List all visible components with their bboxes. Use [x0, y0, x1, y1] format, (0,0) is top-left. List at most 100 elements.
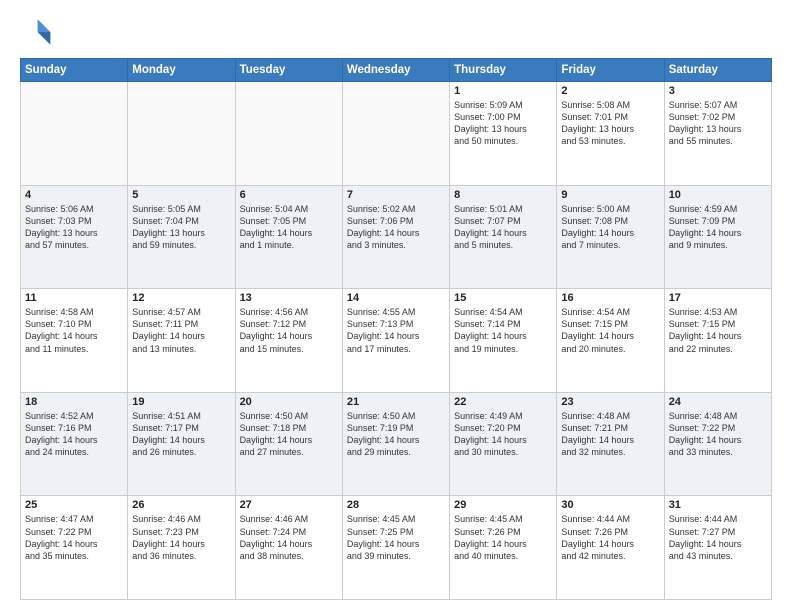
day-number: 28 — [347, 499, 445, 511]
day-number: 30 — [561, 499, 659, 511]
weekday-header-thursday: Thursday — [450, 59, 557, 82]
day-content: Sunrise: 5:08 AM Sunset: 7:01 PM Dayligh… — [561, 99, 659, 148]
day-number: 23 — [561, 396, 659, 408]
calendar-cell: 31 Sunrise: 4:44 AM Sunset: 7:27 PM Dayli… — [664, 496, 771, 600]
day-number: 5 — [132, 189, 230, 201]
day-content: Sunrise: 4:48 AM Sunset: 7:22 PM Dayligh… — [669, 410, 767, 459]
calendar-cell: 8 Sunrise: 5:01 AM Sunset: 7:07 PM Daylig… — [450, 185, 557, 289]
day-number: 11 — [25, 292, 123, 304]
calendar-cell: 30 Sunrise: 4:44 AM Sunset: 7:26 PM Dayli… — [557, 496, 664, 600]
day-number: 22 — [454, 396, 552, 408]
logo-icon — [20, 16, 52, 48]
day-number: 6 — [240, 189, 338, 201]
week-row-3: 11 Sunrise: 4:58 AM Sunset: 7:10 PM Dayli… — [21, 289, 772, 393]
page: SundayMondayTuesdayWednesdayThursdayFrid… — [0, 0, 792, 612]
day-number: 19 — [132, 396, 230, 408]
day-content: Sunrise: 4:44 AM Sunset: 7:26 PM Dayligh… — [561, 513, 659, 562]
day-number: 13 — [240, 292, 338, 304]
calendar-cell: 26 Sunrise: 4:46 AM Sunset: 7:23 PM Dayli… — [128, 496, 235, 600]
logo — [20, 16, 58, 48]
header — [20, 16, 772, 48]
day-number: 2 — [561, 85, 659, 97]
day-content: Sunrise: 4:45 AM Sunset: 7:25 PM Dayligh… — [347, 513, 445, 562]
day-content: Sunrise: 4:58 AM Sunset: 7:10 PM Dayligh… — [25, 306, 123, 355]
calendar-cell: 7 Sunrise: 5:02 AM Sunset: 7:06 PM Daylig… — [342, 185, 449, 289]
week-row-4: 18 Sunrise: 4:52 AM Sunset: 7:16 PM Dayli… — [21, 392, 772, 496]
calendar-cell: 12Sunrise: 4:57 AM Sunset: 7:11 PM Dayli… — [128, 289, 235, 393]
calendar-cell: 13 Sunrise: 4:56 AM Sunset: 7:12 PM Dayli… — [235, 289, 342, 393]
weekday-header-monday: Monday — [128, 59, 235, 82]
calendar-cell: 15Sunrise: 4:54 AM Sunset: 7:14 PM Dayli… — [450, 289, 557, 393]
day-number: 25 — [25, 499, 123, 511]
calendar-cell: 17 Sunrise: 4:53 AM Sunset: 7:15 PM Dayli… — [664, 289, 771, 393]
day-content: Sunrise: 4:54 AM Sunset: 7:15 PM Dayligh… — [561, 306, 659, 355]
weekday-header-sunday: Sunday — [21, 59, 128, 82]
day-number: 12 — [132, 292, 230, 304]
day-content: Sunrise: 4:45 AM Sunset: 7:26 PM Dayligh… — [454, 513, 552, 562]
day-content: Sunrise: 5:04 AM Sunset: 7:05 PM Dayligh… — [240, 203, 338, 252]
day-number: 10 — [669, 189, 767, 201]
day-content: Sunrise: 5:02 AM Sunset: 7:06 PM Dayligh… — [347, 203, 445, 252]
calendar-cell: 22Sunrise: 4:49 AM Sunset: 7:20 PM Dayli… — [450, 392, 557, 496]
weekday-header-saturday: Saturday — [664, 59, 771, 82]
calendar-cell: 19Sunrise: 4:51 AM Sunset: 7:17 PM Dayli… — [128, 392, 235, 496]
calendar-cell: 24 Sunrise: 4:48 AM Sunset: 7:22 PM Dayli… — [664, 392, 771, 496]
day-content: Sunrise: 5:00 AM Sunset: 7:08 PM Dayligh… — [561, 203, 659, 252]
day-number: 9 — [561, 189, 659, 201]
day-number: 31 — [669, 499, 767, 511]
calendar-cell: 1Sunrise: 5:09 AM Sunset: 7:00 PM Daylig… — [450, 82, 557, 186]
day-content: Sunrise: 5:01 AM Sunset: 7:07 PM Dayligh… — [454, 203, 552, 252]
calendar-cell: 11 Sunrise: 4:58 AM Sunset: 7:10 PM Dayli… — [21, 289, 128, 393]
day-number: 29 — [454, 499, 552, 511]
calendar-cell: 20Sunrise: 4:50 AM Sunset: 7:18 PM Dayli… — [235, 392, 342, 496]
week-row-2: 4 Sunrise: 5:06 AM Sunset: 7:03 PM Daylig… — [21, 185, 772, 289]
day-number: 17 — [669, 292, 767, 304]
day-content: Sunrise: 4:56 AM Sunset: 7:12 PM Dayligh… — [240, 306, 338, 355]
day-content: Sunrise: 5:06 AM Sunset: 7:03 PM Dayligh… — [25, 203, 123, 252]
day-content: Sunrise: 4:59 AM Sunset: 7:09 PM Dayligh… — [669, 203, 767, 252]
day-number: 7 — [347, 189, 445, 201]
calendar-cell: 10 Sunrise: 4:59 AM Sunset: 7:09 PM Dayli… — [664, 185, 771, 289]
day-content: Sunrise: 5:05 AM Sunset: 7:04 PM Dayligh… — [132, 203, 230, 252]
day-content: Sunrise: 4:46 AM Sunset: 7:23 PM Dayligh… — [132, 513, 230, 562]
calendar-cell: 2 Sunrise: 5:08 AM Sunset: 7:01 PM Daylig… — [557, 82, 664, 186]
calendar-cell: 18 Sunrise: 4:52 AM Sunset: 7:16 PM Dayli… — [21, 392, 128, 496]
day-content: Sunrise: 5:07 AM Sunset: 7:02 PM Dayligh… — [669, 99, 767, 148]
day-content: Sunrise: 4:54 AM Sunset: 7:14 PM Dayligh… — [454, 306, 552, 355]
day-content: Sunrise: 4:48 AM Sunset: 7:21 PM Dayligh… — [561, 410, 659, 459]
day-number: 24 — [669, 396, 767, 408]
day-content: Sunrise: 4:50 AM Sunset: 7:19 PM Dayligh… — [347, 410, 445, 459]
calendar-cell: 6 Sunrise: 5:04 AM Sunset: 7:05 PM Daylig… — [235, 185, 342, 289]
weekday-header-friday: Friday — [557, 59, 664, 82]
day-content: Sunrise: 4:55 AM Sunset: 7:13 PM Dayligh… — [347, 306, 445, 355]
calendar-cell: 29 Sunrise: 4:45 AM Sunset: 7:26 PM Dayli… — [450, 496, 557, 600]
calendar-cell — [21, 82, 128, 186]
day-content: Sunrise: 4:52 AM Sunset: 7:16 PM Dayligh… — [25, 410, 123, 459]
calendar-cell: 9 Sunrise: 5:00 AM Sunset: 7:08 PM Daylig… — [557, 185, 664, 289]
calendar-table: SundayMondayTuesdayWednesdayThursdayFrid… — [20, 58, 772, 600]
weekday-header-row: SundayMondayTuesdayWednesdayThursdayFrid… — [21, 59, 772, 82]
day-content: Sunrise: 4:47 AM Sunset: 7:22 PM Dayligh… — [25, 513, 123, 562]
calendar-cell: 16 Sunrise: 4:54 AM Sunset: 7:15 PM Dayli… — [557, 289, 664, 393]
day-number: 4 — [25, 189, 123, 201]
calendar-cell: 21 Sunrise: 4:50 AM Sunset: 7:19 PM Dayli… — [342, 392, 449, 496]
weekday-header-wednesday: Wednesday — [342, 59, 449, 82]
calendar-cell: 5 Sunrise: 5:05 AM Sunset: 7:04 PM Daylig… — [128, 185, 235, 289]
calendar-cell: 25 Sunrise: 4:47 AM Sunset: 7:22 PM Dayli… — [21, 496, 128, 600]
day-number: 8 — [454, 189, 552, 201]
calendar-cell: 23 Sunrise: 4:48 AM Sunset: 7:21 PM Dayli… — [557, 392, 664, 496]
calendar-cell — [342, 82, 449, 186]
calendar-cell: 14Sunrise: 4:55 AM Sunset: 7:13 PM Dayli… — [342, 289, 449, 393]
weekday-header-tuesday: Tuesday — [235, 59, 342, 82]
day-number: 16 — [561, 292, 659, 304]
calendar-cell: 3Sunrise: 5:07 AM Sunset: 7:02 PM Daylig… — [664, 82, 771, 186]
day-number: 1 — [454, 85, 552, 97]
week-row-5: 25 Sunrise: 4:47 AM Sunset: 7:22 PM Dayli… — [21, 496, 772, 600]
day-content: Sunrise: 4:44 AM Sunset: 7:27 PM Dayligh… — [669, 513, 767, 562]
calendar-cell — [235, 82, 342, 186]
day-number: 26 — [132, 499, 230, 511]
day-number: 27 — [240, 499, 338, 511]
day-content: Sunrise: 4:53 AM Sunset: 7:15 PM Dayligh… — [669, 306, 767, 355]
day-number: 18 — [25, 396, 123, 408]
day-number: 21 — [347, 396, 445, 408]
